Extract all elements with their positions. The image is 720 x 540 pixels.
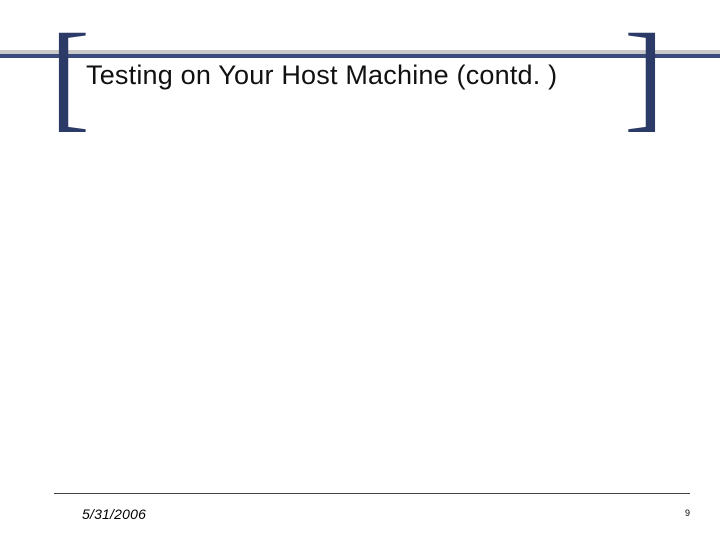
rule-dark xyxy=(0,54,720,58)
slide: [ ] Testing on Your Host Machine (contd.… xyxy=(0,0,720,540)
footer-date: 5/31/2006 xyxy=(82,506,146,522)
title-rule xyxy=(0,50,720,58)
right-bracket-icon: ] xyxy=(624,16,664,136)
footer-divider xyxy=(54,493,690,494)
left-bracket-icon: [ xyxy=(50,16,90,136)
footer-page-number: 9 xyxy=(685,508,690,518)
page-title: Testing on Your Host Machine (contd. ) xyxy=(86,60,557,91)
